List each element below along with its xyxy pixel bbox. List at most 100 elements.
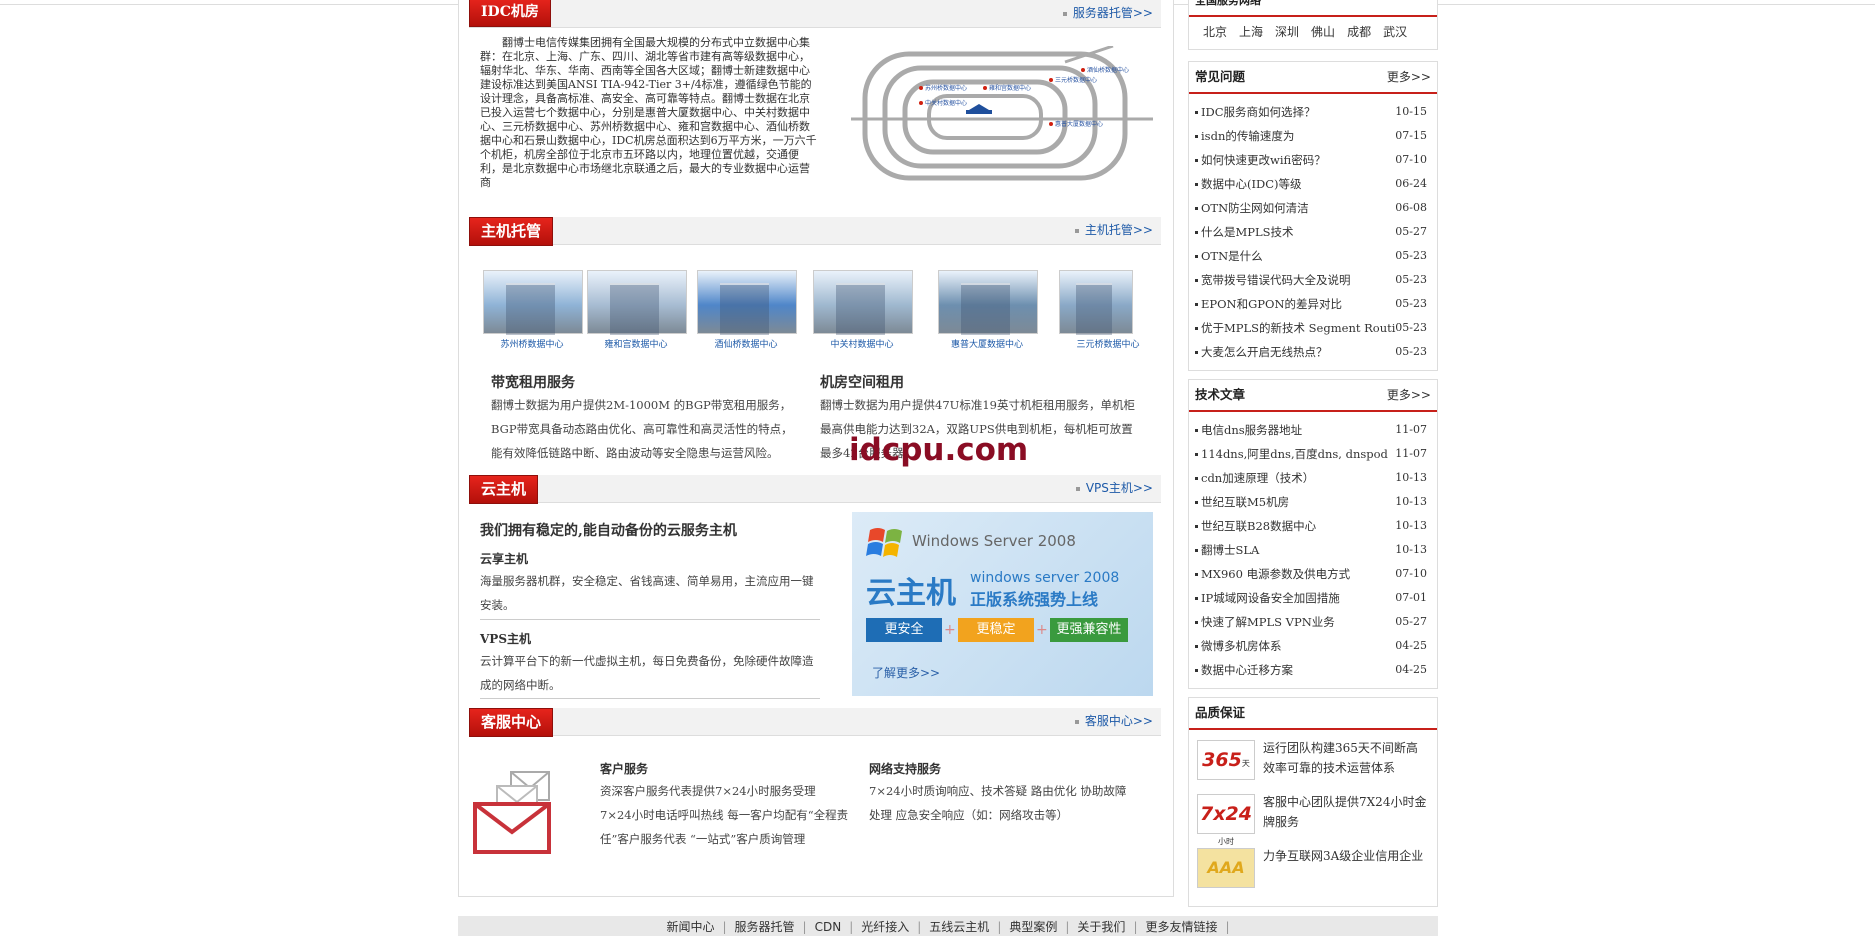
city-link[interactable]: 上海 [1239,25,1263,39]
list-item-title[interactable]: IDC服务商如何选择？ [1201,105,1316,119]
list-item[interactable]: IP城域网设备安全加固措施 07-01 [1189,586,1437,610]
cloud-item-title[interactable]: 云享主机 [480,550,528,567]
datacenter-caption[interactable]: 酒仙桥数据中心 [691,337,801,350]
list-item-title[interactable]: 数据中心迁移方案 [1201,663,1293,677]
list-item-title[interactable]: 如何快速更改wifi密码？ [1201,153,1326,167]
banner-big-title: 云主机 [866,576,956,611]
list-item[interactable]: MX960 电源参数及供电方式 07-10 [1189,562,1437,586]
list-item-title[interactable]: 翻博士SLA [1201,543,1259,557]
datacenter-caption[interactable]: 三元桥数据中心 [1053,337,1163,350]
idc-tag[interactable]: IDC机房 [469,0,551,27]
quality-text: 运行团队构建365天不间断高效率可靠的技术运营体系 [1263,741,1418,775]
list-item[interactable]: EPON和GPON的差异对比 05-23 [1189,292,1437,316]
list-item-title[interactable]: EPON和GPON的差异对比 [1201,297,1342,311]
footer-link[interactable]: CDN [815,920,842,934]
plus-icon: + [944,622,956,638]
list-item-title[interactable]: 优于MPLS的新技术 Segment Routi [1201,321,1395,335]
list-item-title[interactable]: 世纪互联B28数据中心 [1201,519,1316,533]
hosting-more-link[interactable]: 主机托管>> [1075,217,1153,244]
list-item[interactable]: 世纪互联M5机房 10-13 [1189,490,1437,514]
cloud-tag[interactable]: 云主机 [469,475,539,504]
list-item[interactable]: 如何快速更改wifi密码？ 07-10 [1189,148,1437,172]
list-item[interactable]: 数据中心(IDC)等级 06-24 [1189,172,1437,196]
list-item[interactable]: OTN防尘网如何清洁 06-08 [1189,196,1437,220]
list-item[interactable]: isdn的传输速度为 07-15 [1189,124,1437,148]
list-item-date: 07-15 [1395,129,1427,142]
list-item-title[interactable]: 世纪互联M5机房 [1201,495,1289,509]
footer-link[interactable]: 更多友情链接 [1145,920,1217,934]
datacenter-photo[interactable] [697,270,797,335]
datacenter-photo[interactable] [483,270,583,335]
list-item[interactable]: OTN是什么 05-23 [1189,244,1437,268]
list-item-date: 07-01 [1395,591,1427,604]
datacenter-photo[interactable] [938,270,1038,335]
badge-unit: 小时 [1218,837,1234,846]
cloud-more-link[interactable]: VPS主机>> [1076,475,1153,502]
city-link[interactable]: 北京 [1203,25,1227,39]
footer-separator: | [849,920,854,934]
list-item-title[interactable]: cdn加速原理（技术） [1201,471,1314,485]
list-item-date: 10-13 [1395,471,1427,484]
idc-more-link[interactable]: 服务器托管>> [1063,0,1153,27]
city-link[interactable]: 佛山 [1311,25,1335,39]
list-item-title[interactable]: OTN是什么 [1201,249,1263,263]
footer-link[interactable]: 服务器托管 [735,920,795,934]
list-item-title[interactable]: isdn的传输速度为 [1201,129,1294,143]
cloud-banner[interactable]: Windows Server 2008 云主机 windows server 2… [852,512,1153,696]
badge-value: 7x24 [1200,803,1252,825]
list-item-title[interactable]: 微博多机房体系 [1201,639,1282,653]
list-item[interactable]: 世纪互联B28数据中心 10-13 [1189,514,1437,538]
list-item[interactable]: 大麦怎么开启无线热点？ 05-23 [1189,340,1437,364]
datacenter-photo[interactable] [1059,270,1133,335]
list-item[interactable]: 什么是MPLS技术 05-27 [1189,220,1437,244]
list-item-title[interactable]: 大麦怎么开启无线热点？ [1201,345,1328,359]
datacenter-photo[interactable] [587,270,687,335]
list-item-title[interactable]: 宽带拨号错误代码大全及说明 [1201,273,1351,287]
datacenter-caption[interactable]: 雍和宫数据中心 [581,337,691,350]
list-item-date: 06-24 [1395,177,1427,190]
footer-link[interactable]: 典型案例 [1009,920,1057,934]
map-label: 雍和宫数据中心 [989,84,1031,92]
footer-separator: | [1225,920,1230,934]
list-item[interactable]: 快速了解MPLS VPN业务 05-27 [1189,610,1437,634]
vps-item-title[interactable]: VPS主机 [480,630,531,647]
list-item[interactable]: 数据中心迁移方案 04-25 [1189,658,1437,682]
list-item-title[interactable]: MX960 电源参数及供电方式 [1201,567,1350,581]
list-item-title[interactable]: 数据中心(IDC)等级 [1201,177,1302,191]
list-item[interactable]: 微博多机房体系 04-25 [1189,634,1437,658]
hosting-tag[interactable]: 主机托管 [469,217,554,246]
list-item[interactable]: 翻博士SLA 10-13 [1189,538,1437,562]
banner-learn-more-link[interactable]: 了解更多>> [872,664,940,681]
service-tag[interactable]: 客服中心 [469,708,554,737]
list-item-title[interactable]: 什么是MPLS技术 [1201,225,1294,239]
faq-more-link[interactable]: 更多>> [1387,62,1431,92]
banner-compat-badge: 更强兼容性 [1050,618,1128,642]
list-item-title[interactable]: 快速了解MPLS VPN业务 [1201,615,1335,629]
footer-link[interactable]: 五线云主机 [929,920,989,934]
datacenter-photo[interactable] [813,270,913,335]
footer-link[interactable]: 新闻中心 [666,920,714,934]
bullet-icon [1195,279,1198,282]
service-more-link[interactable]: 客服中心>> [1075,708,1153,735]
idc-location-map: 苏州桥数据中心 雍和宫数据中心 三元桥数据中心 酒仙桥数据中心 中关村数据中心 … [851,46,1153,181]
list-item-title[interactable]: IP城域网设备安全加固措施 [1201,591,1340,605]
list-item[interactable]: 优于MPLS的新技术 Segment Routi 05-23 [1189,316,1437,340]
list-item-title[interactable]: OTN防尘网如何清洁 [1201,201,1309,215]
tech-more-link[interactable]: 更多>> [1387,380,1431,410]
datacenter-caption[interactable]: 中关村数据中心 [807,337,917,350]
footer-link[interactable]: 光纤接入 [861,920,909,934]
list-item[interactable]: cdn加速原理（技术） 10-13 [1189,466,1437,490]
list-item[interactable]: 电信dns服务器地址 11-07 [1189,418,1437,442]
city-link[interactable]: 成都 [1347,25,1371,39]
datacenter-caption[interactable]: 惠普大厦数据中心 [932,337,1042,350]
list-item-title[interactable]: 114dns,阿里dns,百度dns, dnspod [1201,447,1388,461]
list-item[interactable]: IDC服务商如何选择？ 10-15 [1189,100,1437,124]
list-item[interactable]: 宽带拨号错误代码大全及说明 05-23 [1189,268,1437,292]
list-item-title[interactable]: 电信dns服务器地址 [1201,423,1302,437]
datacenter-caption[interactable]: 苏州桥数据中心 [477,337,587,350]
footer-link[interactable]: 关于我们 [1077,920,1125,934]
city-link[interactable]: 武汉 [1383,25,1407,39]
city-link[interactable]: 深圳 [1275,25,1299,39]
list-item[interactable]: 114dns,阿里dns,百度dns, dnspod 11-07 [1189,442,1437,466]
footer-separator: | [802,920,807,934]
